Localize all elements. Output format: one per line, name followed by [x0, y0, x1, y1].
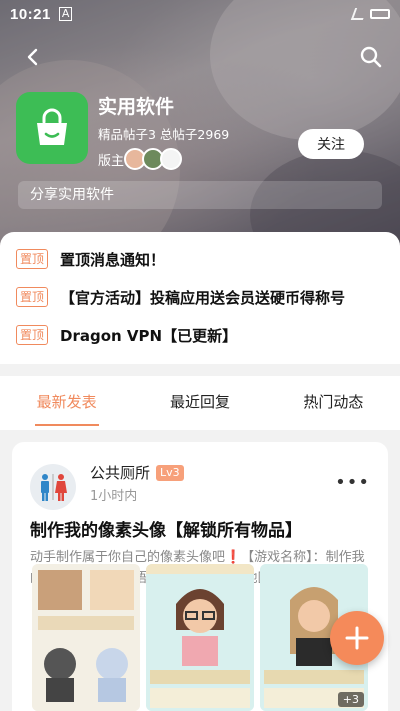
pinned-item[interactable]: 置顶 置顶消息通知！ — [0, 240, 400, 278]
level-badge: Lv3 — [156, 464, 184, 481]
tab-recent-replies[interactable]: 最近回复 — [133, 376, 266, 430]
pinned-title: 置顶消息通知！ — [60, 250, 166, 269]
post-title[interactable]: 制作我的像素头像【解锁所有物品】 — [30, 516, 302, 541]
restroom-icon — [41, 474, 67, 501]
more-images-count: +3 — [337, 692, 364, 707]
pinned-list: 置顶 置顶消息通知！ 置顶 【官方活动】投稿应用送会员送硬币得称号 置顶 Dra… — [0, 232, 400, 364]
avatar[interactable] — [30, 464, 76, 510]
pinned-tag: 置顶 — [16, 287, 49, 307]
post-author[interactable]: 公共厕所 Lv3 — [90, 462, 184, 483]
board-icon — [16, 92, 88, 164]
pinned-item[interactable]: 置顶 【官方活动】投稿应用送会员送硬币得称号 — [0, 278, 400, 316]
pinned-tag: 置顶 — [16, 249, 49, 269]
back-icon[interactable] — [22, 46, 44, 68]
board-description: 分享实用软件 — [18, 181, 382, 209]
status-indicator: A — [58, 7, 73, 21]
search-icon[interactable] — [358, 44, 384, 70]
add-icon — [345, 626, 369, 650]
status-bar: 10:21 A — [0, 0, 400, 28]
post-card[interactable]: 公共厕所 Lv3 1小时内 ••• 制作我的像素头像【解锁所有物品】 动手制作属… — [12, 442, 388, 711]
board-stats: 精品帖子3 总帖子2969 — [98, 127, 230, 142]
pinned-title: 【官方活动】投稿应用送会员送硬币得称号 — [60, 288, 346, 307]
moderators: 版主: — [98, 148, 183, 170]
moderator-avatar[interactable] — [160, 148, 183, 170]
pinned-title: Dragon VPN【已更新】 — [60, 326, 238, 345]
follow-button[interactable]: 关注 — [298, 129, 364, 159]
more-icon[interactable]: ••• — [335, 472, 370, 493]
pinned-item[interactable]: 置顶 Dragon VPN【已更新】 — [0, 316, 400, 354]
post-image[interactable] — [32, 564, 140, 711]
signal-icon — [350, 8, 368, 20]
battery-icon — [370, 9, 390, 19]
pinned-tag: 置顶 — [16, 325, 49, 345]
tab-latest[interactable]: 最新发表 — [0, 376, 133, 430]
status-time: 10:21 — [10, 5, 51, 23]
author-name: 公共厕所 — [90, 464, 151, 482]
post-image[interactable] — [146, 564, 254, 711]
add-post-button[interactable] — [330, 611, 384, 665]
board-name: 实用软件 — [98, 96, 175, 118]
shopping-bag-icon — [37, 108, 67, 145]
post-time: 1小时内 — [90, 489, 138, 504]
tab-hot[interactable]: 热门动态 — [267, 376, 400, 430]
feed-tabs: 最新发表 最近回复 热门动态 — [0, 376, 400, 430]
